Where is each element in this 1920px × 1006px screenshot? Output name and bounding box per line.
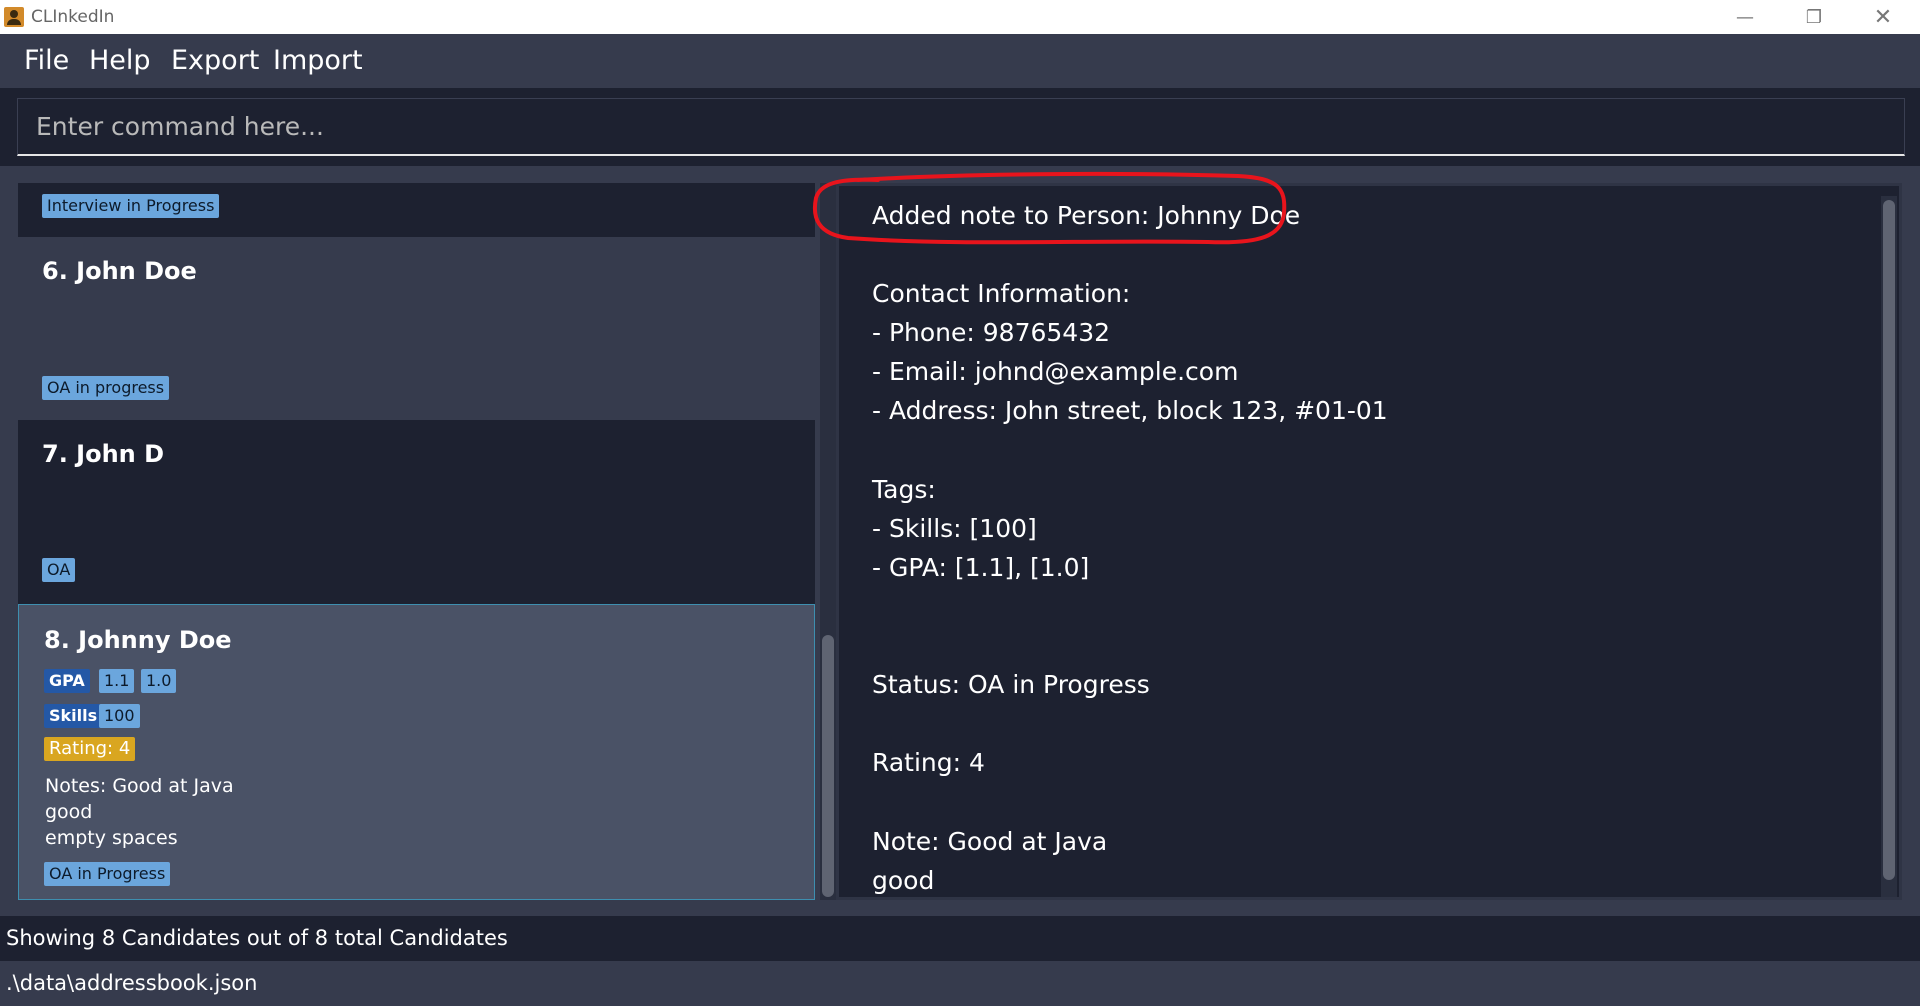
list-scrollbar[interactable] (820, 183, 836, 900)
candidate-name: 8. Johnny Doe (44, 626, 232, 654)
candidate-name: 7. John D (42, 440, 165, 468)
candidate-list[interactable]: Interview in Progress 6. John Doe OA in … (18, 183, 815, 900)
notes: Notes: Good at Java good empty spaces (45, 773, 234, 851)
status-tag: OA in Progress (44, 862, 171, 886)
status-bar-count: Showing 8 Candidates out of 8 total Cand… (0, 916, 1920, 961)
main-area: Interview in Progress 6. John Doe OA in … (0, 166, 1920, 916)
result-scrollbar[interactable] (1881, 196, 1897, 897)
list-item[interactable]: 7. John D OA (18, 420, 815, 604)
list-item[interactable]: Interview in Progress (18, 183, 815, 237)
list-item[interactable]: 6. John Doe OA in progress (18, 237, 815, 420)
candidate-count: Showing 8 Candidates out of 8 total Cand… (6, 926, 508, 950)
result-text: Added note to Person: Johnny Doe Contact… (872, 201, 1388, 895)
result-display: Added note to Person: Johnny Doe Contact… (836, 183, 1902, 900)
menu-help[interactable]: Help (89, 45, 151, 76)
minimize-button[interactable]: — (1712, 0, 1778, 34)
skills-tag-value: 100 (99, 704, 140, 728)
file-path: .\data\addressbook.json (6, 971, 258, 995)
note-line: good (45, 801, 93, 823)
window-title: CLInkedIn (31, 7, 115, 27)
gpa-tag-value: 1.1 (99, 669, 135, 693)
note-line: Notes: Good at Java (45, 775, 234, 797)
menu-import[interactable]: Import (273, 45, 363, 76)
command-input[interactable] (17, 98, 1905, 156)
skills-tag-label: Skills (44, 704, 103, 728)
command-box (0, 88, 1920, 166)
result-scrollbar-thumb[interactable] (1883, 200, 1895, 880)
gpa-tag-value: 1.0 (141, 669, 177, 693)
title-bar: CLInkedIn — ❐ ✕ (0, 0, 1920, 34)
maximize-button[interactable]: ❐ (1781, 0, 1847, 34)
status-tag: OA (42, 558, 76, 582)
rating-badge: Rating: 4 (44, 737, 136, 761)
menu-file[interactable]: File (24, 45, 69, 76)
list-scrollbar-thumb[interactable] (822, 635, 834, 897)
status-tag: Interview in Progress (42, 194, 220, 218)
gpa-tag-label: GPA (44, 669, 90, 693)
note-line: empty spaces (45, 827, 178, 849)
annotation-circle (812, 171, 1287, 245)
app-icon (4, 7, 24, 27)
list-item-selected[interactable]: 8. Johnny Doe GPA 1.1 1.0 Skills 100 Rat… (18, 604, 815, 900)
menu-bar: File Help Export Import (0, 34, 1920, 88)
menu-export[interactable]: Export (171, 45, 259, 76)
candidate-name: 6. John Doe (42, 257, 197, 285)
status-tag: OA in progress (42, 376, 170, 400)
close-button[interactable]: ✕ (1850, 0, 1916, 34)
status-bar-file: .\data\addressbook.json (0, 961, 1920, 1006)
